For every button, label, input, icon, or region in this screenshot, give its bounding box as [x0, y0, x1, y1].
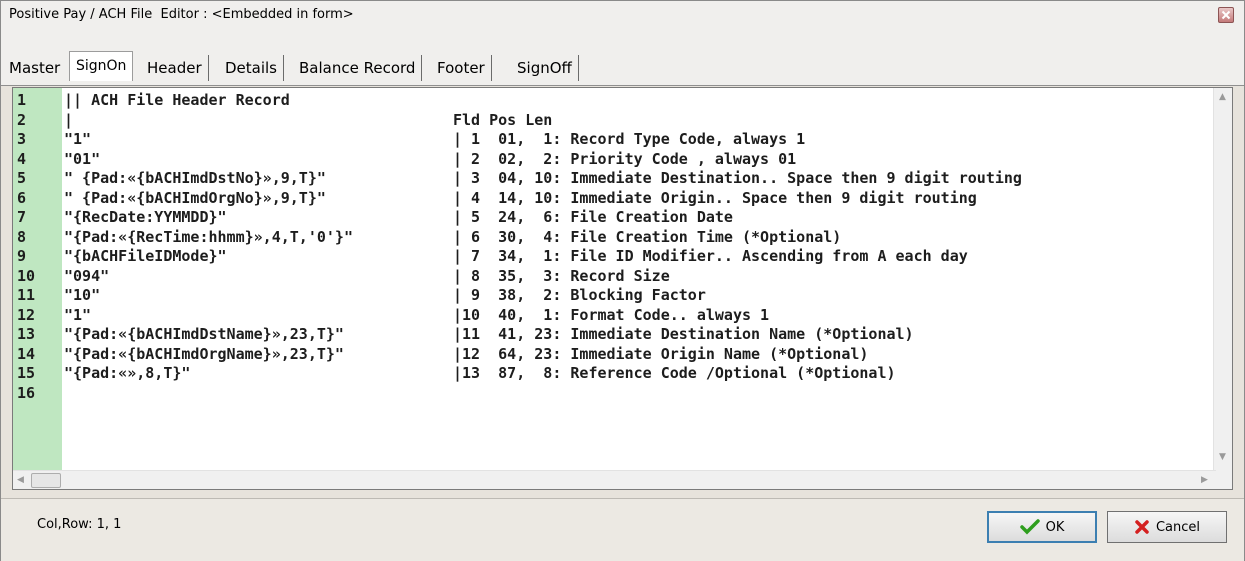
checkmark-icon — [1019, 519, 1040, 535]
line-field-description: | 9 38, 2: Blocking Factor — [453, 286, 706, 304]
tab-footer[interactable]: Footer — [431, 55, 492, 81]
line-number: 13 — [17, 325, 36, 343]
horizontal-scroll-thumb[interactable] — [31, 473, 61, 488]
scroll-left-arrow-icon[interactable]: ◀ — [17, 475, 24, 485]
line-number: 6 — [17, 188, 27, 207]
line-field-description: | 2 02, 2: Priority Code , always 01 — [453, 149, 797, 168]
line-code: || ACH File Header Record — [64, 91, 290, 109]
line-field-description: | 1 01, 1: Record Type Code, always 1 — [453, 130, 806, 148]
close-button[interactable] — [1218, 7, 1234, 23]
scroll-down-arrow-icon[interactable]: ▼ — [1219, 452, 1226, 462]
line-number: 7 — [17, 208, 27, 226]
line-code: "{Pad:«{bACHImdDstName}»,23,T}" — [64, 325, 344, 343]
line-code: "01" — [64, 149, 101, 168]
line-code: "{Pad:«{RecTime:hhmm}»,4,T,'0'}" — [64, 227, 353, 246]
line-number: 10 — [17, 266, 36, 285]
cursor-position: Col,Row: 1, 1 — [37, 517, 122, 532]
line-code: "10" — [64, 286, 101, 304]
line-code: "094" — [64, 266, 110, 285]
cancel-label: Cancel — [1155, 519, 1201, 535]
scrollbar-corner — [1214, 471, 1232, 489]
tab-signon[interactable]: SignOn — [69, 51, 134, 81]
title-bar: Positive Pay / ACH File Editor : <Embedd… — [1, 1, 1244, 30]
line-code: | — [64, 110, 74, 129]
editor-window: Positive Pay / ACH File Editor : <Embedd… — [0, 0, 1245, 561]
line-number: 3 — [17, 130, 27, 148]
line-field-description: Fld Pos Len — [453, 110, 553, 129]
line-field-description: |12 64, 23: Immediate Origin Name (*Opti… — [453, 344, 869, 363]
window-title: Positive Pay / ACH File Editor : <Embedd… — [9, 7, 354, 22]
line-number: 2 — [17, 110, 27, 129]
line-code: "1" — [64, 305, 92, 324]
line-number: 11 — [17, 286, 36, 304]
line-field-description: |10 40, 1: Format Code.. always 1 — [453, 305, 770, 324]
line-number: 14 — [17, 344, 36, 363]
line-field-description: |11 41, 23: Immediate Destination Name (… — [453, 325, 914, 343]
status-bar: Col,Row: 1, 1 OK Cancel — [1, 498, 1244, 561]
line-number: 15 — [17, 364, 36, 382]
tab-signoff[interactable]: SignOff — [511, 55, 579, 81]
tab-master[interactable]: Master — [3, 55, 66, 81]
close-icon — [1221, 10, 1231, 20]
line-field-description: | 7 34, 1: File ID Modifier.. Ascending … — [453, 247, 968, 265]
line-field-description: | 8 35, 3: Record Size — [453, 266, 670, 285]
x-icon — [1135, 520, 1149, 534]
tab-balance-record[interactable]: Balance Record — [293, 55, 423, 81]
scroll-up-arrow-icon[interactable]: ▲ — [1219, 92, 1226, 102]
line-number: 5 — [17, 169, 27, 187]
tab-divider — [1, 85, 1244, 86]
code-editor[interactable]: 1 || ACH File Header Record 2 | Fld Pos Len 3… — [12, 87, 1233, 490]
line-number: 4 — [17, 149, 27, 168]
ok-button[interactable]: OK — [987, 511, 1097, 543]
line-code: "{Pad:«{bACHImdOrgName}»,23,T}" — [64, 344, 344, 363]
line-number: 16 — [17, 383, 36, 402]
line-field-description: | 6 30, 4: File Creation Time (*Optional… — [453, 227, 842, 246]
line-number: 8 — [17, 227, 27, 246]
line-field-description: |13 87, 8: Reference Code /Optional (*Op… — [453, 364, 896, 382]
line-number: 1 — [17, 91, 27, 109]
editor-lines: 1 || ACH File Header Record 2 | Fld Pos Len 3… — [13, 88, 1213, 471]
line-code: " {Pad:«{bACHImdDstNo}»,9,T}" — [64, 169, 326, 187]
scroll-right-arrow-icon[interactable]: ▶ — [1201, 475, 1208, 485]
line-field-description: | 5 24, 6: File Creation Date — [453, 208, 733, 226]
line-code: "1" — [64, 130, 92, 148]
line-number: 9 — [17, 247, 27, 265]
horizontal-scrollbar[interactable]: ◀ ▶ — [13, 470, 1216, 489]
line-field-description: | 3 04, 10: Immediate Destination.. Spac… — [453, 169, 1022, 187]
line-code: " {Pad:«{bACHImdOrgNo}»,9,T}" — [64, 188, 326, 207]
tab-bar: Master SignOn Header Details Balance Rec… — [1, 29, 1244, 86]
line-code: "{Pad:«»,8,T}" — [64, 364, 191, 382]
cancel-button[interactable]: Cancel — [1107, 511, 1227, 543]
tab-details[interactable]: Details — [219, 55, 285, 81]
tab-header[interactable]: Header — [141, 55, 209, 81]
line-code: "{RecDate:YYMMDD}" — [64, 208, 227, 226]
line-number: 12 — [17, 305, 36, 324]
vertical-scrollbar[interactable]: ▲ ▼ — [1213, 88, 1232, 471]
line-field-description: | 4 14, 10: Immediate Origin.. Space the… — [453, 188, 977, 207]
line-code: "{bACHFileIDMode}" — [64, 247, 227, 265]
ok-label: OK — [1045, 519, 1065, 535]
